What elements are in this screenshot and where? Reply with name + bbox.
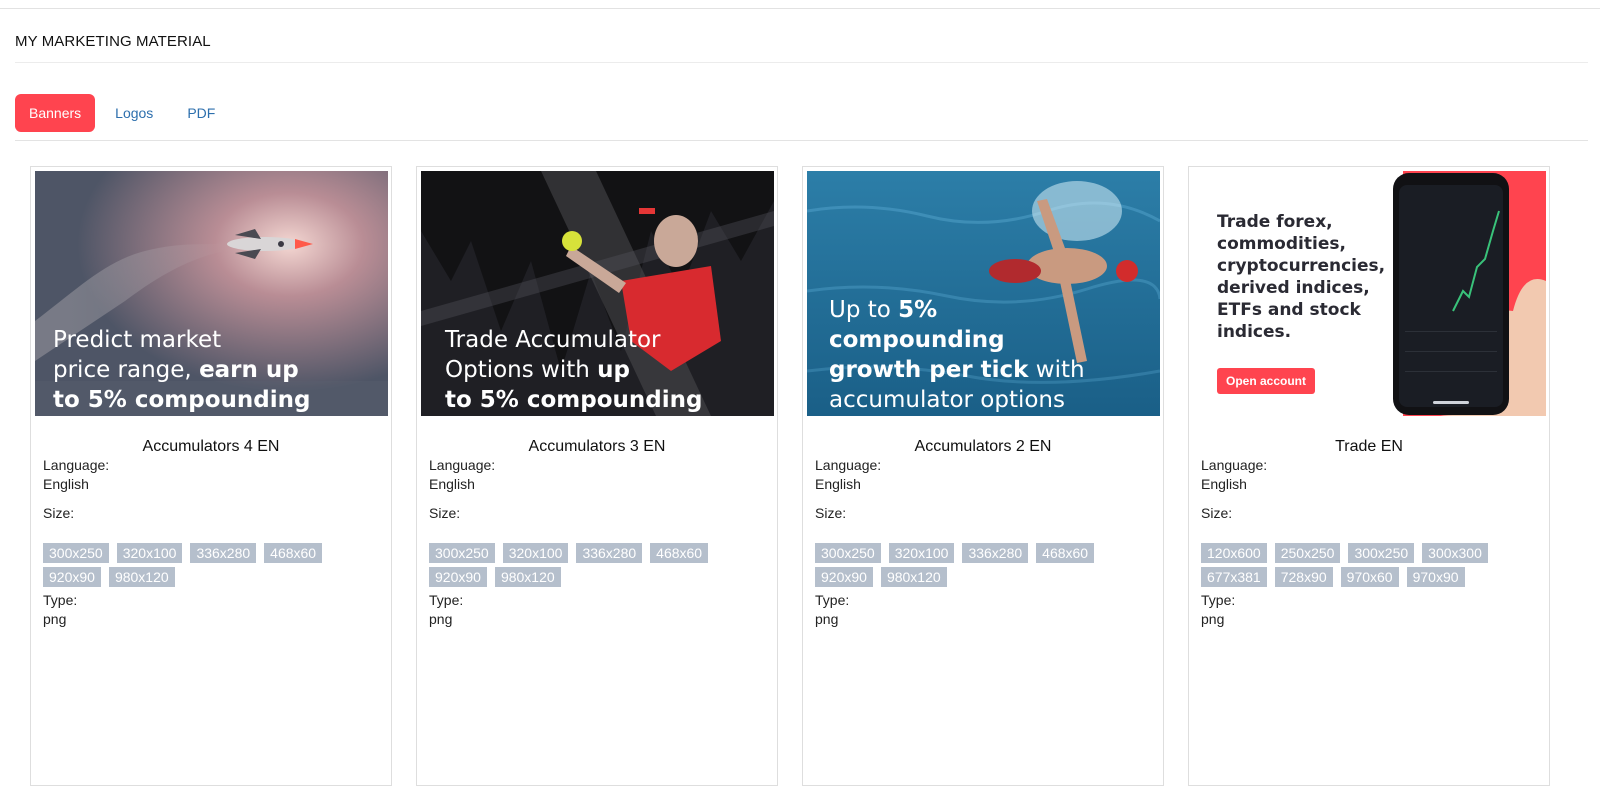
size-chip[interactable]: 336x280 [962, 543, 1029, 563]
size-chip[interactable]: 677x381 [1201, 567, 1267, 587]
tab-banners[interactable]: Banners [15, 94, 96, 132]
size-label: Size: [1201, 505, 1233, 521]
size-chip[interactable]: 468x60 [1036, 543, 1095, 563]
banner-preview-image[interactable]: Up to 5% compounding growth per tick wit… [807, 171, 1160, 416]
banner-headline: Up to 5% compounding growth per tick wit… [829, 297, 1085, 413]
language-value: English [429, 476, 475, 492]
size-chip[interactable]: 336x280 [576, 543, 643, 563]
type-value: png [43, 611, 67, 627]
size-chip[interactable]: 980x120 [494, 567, 561, 587]
type-label: Type: [815, 592, 850, 608]
banner-headline: Predict market price range, earn up to 5… [53, 327, 311, 413]
type-label: Type: [429, 592, 464, 608]
size-chip[interactable]: 300x250 [1348, 543, 1415, 563]
banner-preview-image[interactable]: Predict market price range, earn up to 5… [35, 171, 388, 416]
size-list: 300x250 320x100 336x280 468x60 920x90 98… [815, 543, 1145, 591]
size-chip[interactable]: 250x250 [1274, 543, 1341, 563]
size-label: Size: [815, 505, 847, 521]
language-value: English [43, 476, 89, 492]
size-chip[interactable]: 320x100 [502, 543, 569, 563]
language-label: Language: [815, 457, 882, 473]
size-chip[interactable]: 468x60 [264, 543, 323, 563]
tab-logos[interactable]: Logos [101, 94, 167, 132]
material-tabs: Banners Logos PDF [15, 94, 235, 132]
open-account-button[interactable]: Open account [1217, 368, 1315, 394]
size-list: 300x250 320x100 336x280 468x60 920x90 98… [429, 543, 759, 591]
language-label: Language: [429, 457, 496, 473]
size-chip[interactable]: 320x100 [116, 543, 183, 563]
size-chip[interactable]: 120x600 [1201, 543, 1267, 563]
language-label: Language: [43, 457, 110, 473]
size-chip[interactable]: 980x120 [880, 567, 947, 587]
banner-preview-image[interactable]: Trade forex, commodities, cryptocurrenci… [1193, 171, 1546, 416]
size-chip[interactable]: 970x60 [1340, 567, 1399, 587]
type-value: png [815, 611, 839, 627]
size-list: 120x600 250x250 300x250 300x300 677x381 … [1201, 543, 1531, 591]
page-title: MY MARKETING MATERIAL [15, 33, 211, 50]
size-chip[interactable]: 320x100 [888, 543, 955, 563]
title-divider [15, 62, 1588, 63]
size-chip[interactable]: 336x280 [190, 543, 257, 563]
card-title: Accumulators 3 EN [528, 438, 666, 455]
size-label: Size: [429, 505, 461, 521]
card-title: Accumulators 4 EN [142, 438, 280, 455]
size-chip[interactable]: 920x90 [429, 567, 487, 587]
banner-card: Predict market price range, earn up to 5… [30, 166, 392, 786]
banner-card: Trade Accumulator Options with up to 5% … [416, 166, 778, 786]
size-chip[interactable]: 300x250 [815, 543, 881, 563]
size-chip[interactable]: 920x90 [815, 567, 873, 587]
type-label: Type: [1201, 592, 1236, 608]
size-chip[interactable]: 300x250 [429, 543, 495, 563]
size-chip[interactable]: 728x90 [1274, 567, 1333, 587]
language-value: English [1201, 476, 1247, 492]
card-title: Trade EN [1335, 438, 1403, 455]
banner-headline: Trade Accumulator Options with up to 5% … [445, 327, 703, 413]
tab-pdf[interactable]: PDF [173, 94, 229, 132]
type-label: Type: [43, 592, 78, 608]
size-chip[interactable]: 970x90 [1406, 567, 1465, 587]
top-divider [0, 8, 1600, 9]
type-value: png [429, 611, 453, 627]
language-label: Language: [1201, 457, 1268, 473]
size-chip[interactable]: 980x120 [108, 567, 175, 587]
size-chip[interactable]: 300x250 [43, 543, 109, 563]
banner-headline: Trade forex, commodities, cryptocurrenci… [1217, 212, 1386, 342]
banner-card: Up to 5% compounding growth per tick wit… [802, 166, 1164, 786]
size-list: 300x250 320x100 336x280 468x60 920x90 98… [43, 543, 373, 591]
tabs-divider [15, 140, 1588, 141]
size-label: Size: [43, 505, 75, 521]
card-title: Accumulators 2 EN [914, 438, 1052, 455]
size-chip[interactable]: 300x300 [1422, 543, 1488, 563]
type-value: png [1201, 611, 1225, 627]
banner-card: Trade forex, commodities, cryptocurrenci… [1188, 166, 1550, 786]
size-chip[interactable]: 468x60 [650, 543, 709, 563]
banner-preview-image[interactable]: Trade Accumulator Options with up to 5% … [421, 171, 774, 416]
language-value: English [815, 476, 861, 492]
size-chip[interactable]: 920x90 [43, 567, 101, 587]
